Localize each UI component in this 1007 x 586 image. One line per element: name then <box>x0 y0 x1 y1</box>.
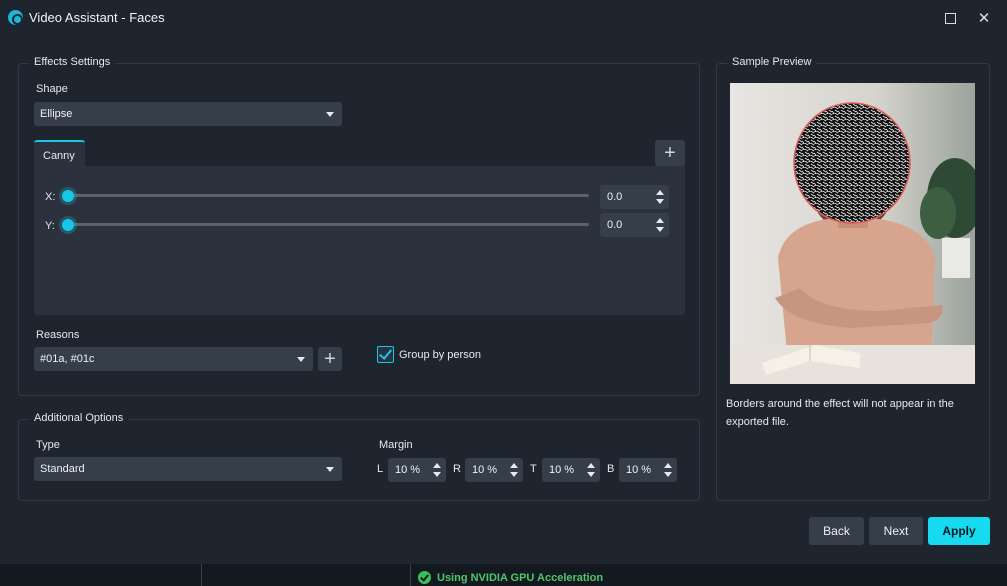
spin-down-icon[interactable] <box>510 472 518 477</box>
margin-bottom-value: 10 % <box>626 464 652 476</box>
chevron-down-icon <box>326 467 334 472</box>
apply-button[interactable]: Apply <box>928 517 990 545</box>
spin-down-icon[interactable] <box>656 199 664 204</box>
y-label: Y: <box>45 220 55 232</box>
y-value-spinbox[interactable]: 0.0 <box>600 213 669 237</box>
spin-up-icon[interactable] <box>656 218 664 223</box>
x-value-spinbox[interactable]: 0.0 <box>600 185 669 209</box>
app-logo-icon <box>8 10 23 25</box>
margin-top-spinbox[interactable]: 10 % <box>542 458 600 482</box>
canny-tab-panel <box>34 166 685 315</box>
spin-down-icon[interactable] <box>587 472 595 477</box>
window-title: Video Assistant - Faces <box>29 10 165 25</box>
spin-up-icon[interactable] <box>510 463 518 468</box>
status-divider <box>201 564 202 586</box>
type-dropdown[interactable]: Standard <box>34 457 342 481</box>
group-by-person-checkbox[interactable] <box>377 346 394 363</box>
add-effect-button[interactable]: + <box>655 140 685 166</box>
maximize-button[interactable] <box>938 6 962 30</box>
x-label: X: <box>45 191 56 203</box>
check-circle-icon <box>418 571 431 584</box>
sample-preview-title: Sample Preview <box>727 56 817 68</box>
spin-down-icon[interactable] <box>664 472 672 477</box>
reasons-label: Reasons <box>36 329 80 341</box>
margin-label: Margin <box>379 439 413 451</box>
spin-up-icon[interactable] <box>433 463 441 468</box>
effects-settings-title: Effects Settings <box>29 56 116 68</box>
plus-icon: + <box>664 141 676 164</box>
spin-up-icon[interactable] <box>656 190 664 195</box>
type-label: Type <box>36 439 60 451</box>
back-button[interactable]: Back <box>809 517 864 545</box>
y-slider-thumb[interactable] <box>62 219 74 231</box>
margin-left-value: 10 % <box>395 464 421 476</box>
add-reason-button[interactable]: + <box>318 347 342 371</box>
group-by-person-label: Group by person <box>399 349 481 361</box>
tab-canny[interactable]: Canny <box>34 140 85 166</box>
chevron-down-icon <box>297 357 305 362</box>
preview-image <box>730 83 975 384</box>
y-value: 0.0 <box>607 219 623 231</box>
margin-bottom-key: B <box>607 463 615 475</box>
margin-top-value: 10 % <box>549 464 575 476</box>
preview-note: Borders around the effect will not appea… <box>726 398 954 428</box>
spin-up-icon[interactable] <box>587 463 595 468</box>
margin-left-spinbox[interactable]: 10 % <box>388 458 446 482</box>
shape-value: Ellipse <box>40 108 73 120</box>
close-icon: ✕ <box>977 10 991 27</box>
spin-down-icon[interactable] <box>433 472 441 477</box>
y-slider-track[interactable] <box>63 223 589 226</box>
spin-up-icon[interactable] <box>664 463 672 468</box>
margin-top-key: T <box>530 463 537 475</box>
type-value: Standard <box>40 463 85 475</box>
plus-icon: + <box>324 347 336 370</box>
reasons-dropdown[interactable]: #01a, #01c <box>34 347 313 371</box>
spin-down-icon[interactable] <box>656 227 664 232</box>
reasons-value: #01a, #01c <box>40 353 95 365</box>
close-button[interactable]: ✕ <box>972 6 996 30</box>
margin-right-spinbox[interactable]: 10 % <box>465 458 523 482</box>
checkmark-icon <box>378 346 393 360</box>
margin-right-key: R <box>453 463 461 475</box>
margin-left-key: L <box>377 463 384 475</box>
preview-illustration <box>730 83 975 384</box>
maximize-icon <box>944 12 956 24</box>
margin-right-value: 10 % <box>472 464 498 476</box>
additional-options-title: Additional Options <box>29 412 129 424</box>
shape-dropdown[interactable]: Ellipse <box>34 102 342 126</box>
x-slider-track[interactable] <box>63 194 589 197</box>
tab-canny-label: Canny <box>43 150 75 162</box>
gpu-status-text: Using NVIDIA GPU Acceleration <box>437 572 604 584</box>
title-bar: Video Assistant - Faces ✕ <box>0 0 1007 36</box>
shape-label: Shape <box>36 83 68 95</box>
chevron-down-icon <box>326 112 334 117</box>
x-value: 0.0 <box>607 191 623 203</box>
x-slider-thumb[interactable] <box>62 190 74 202</box>
margin-bottom-spinbox[interactable]: 10 % <box>619 458 677 482</box>
status-divider <box>410 564 411 586</box>
next-button[interactable]: Next <box>869 517 923 545</box>
